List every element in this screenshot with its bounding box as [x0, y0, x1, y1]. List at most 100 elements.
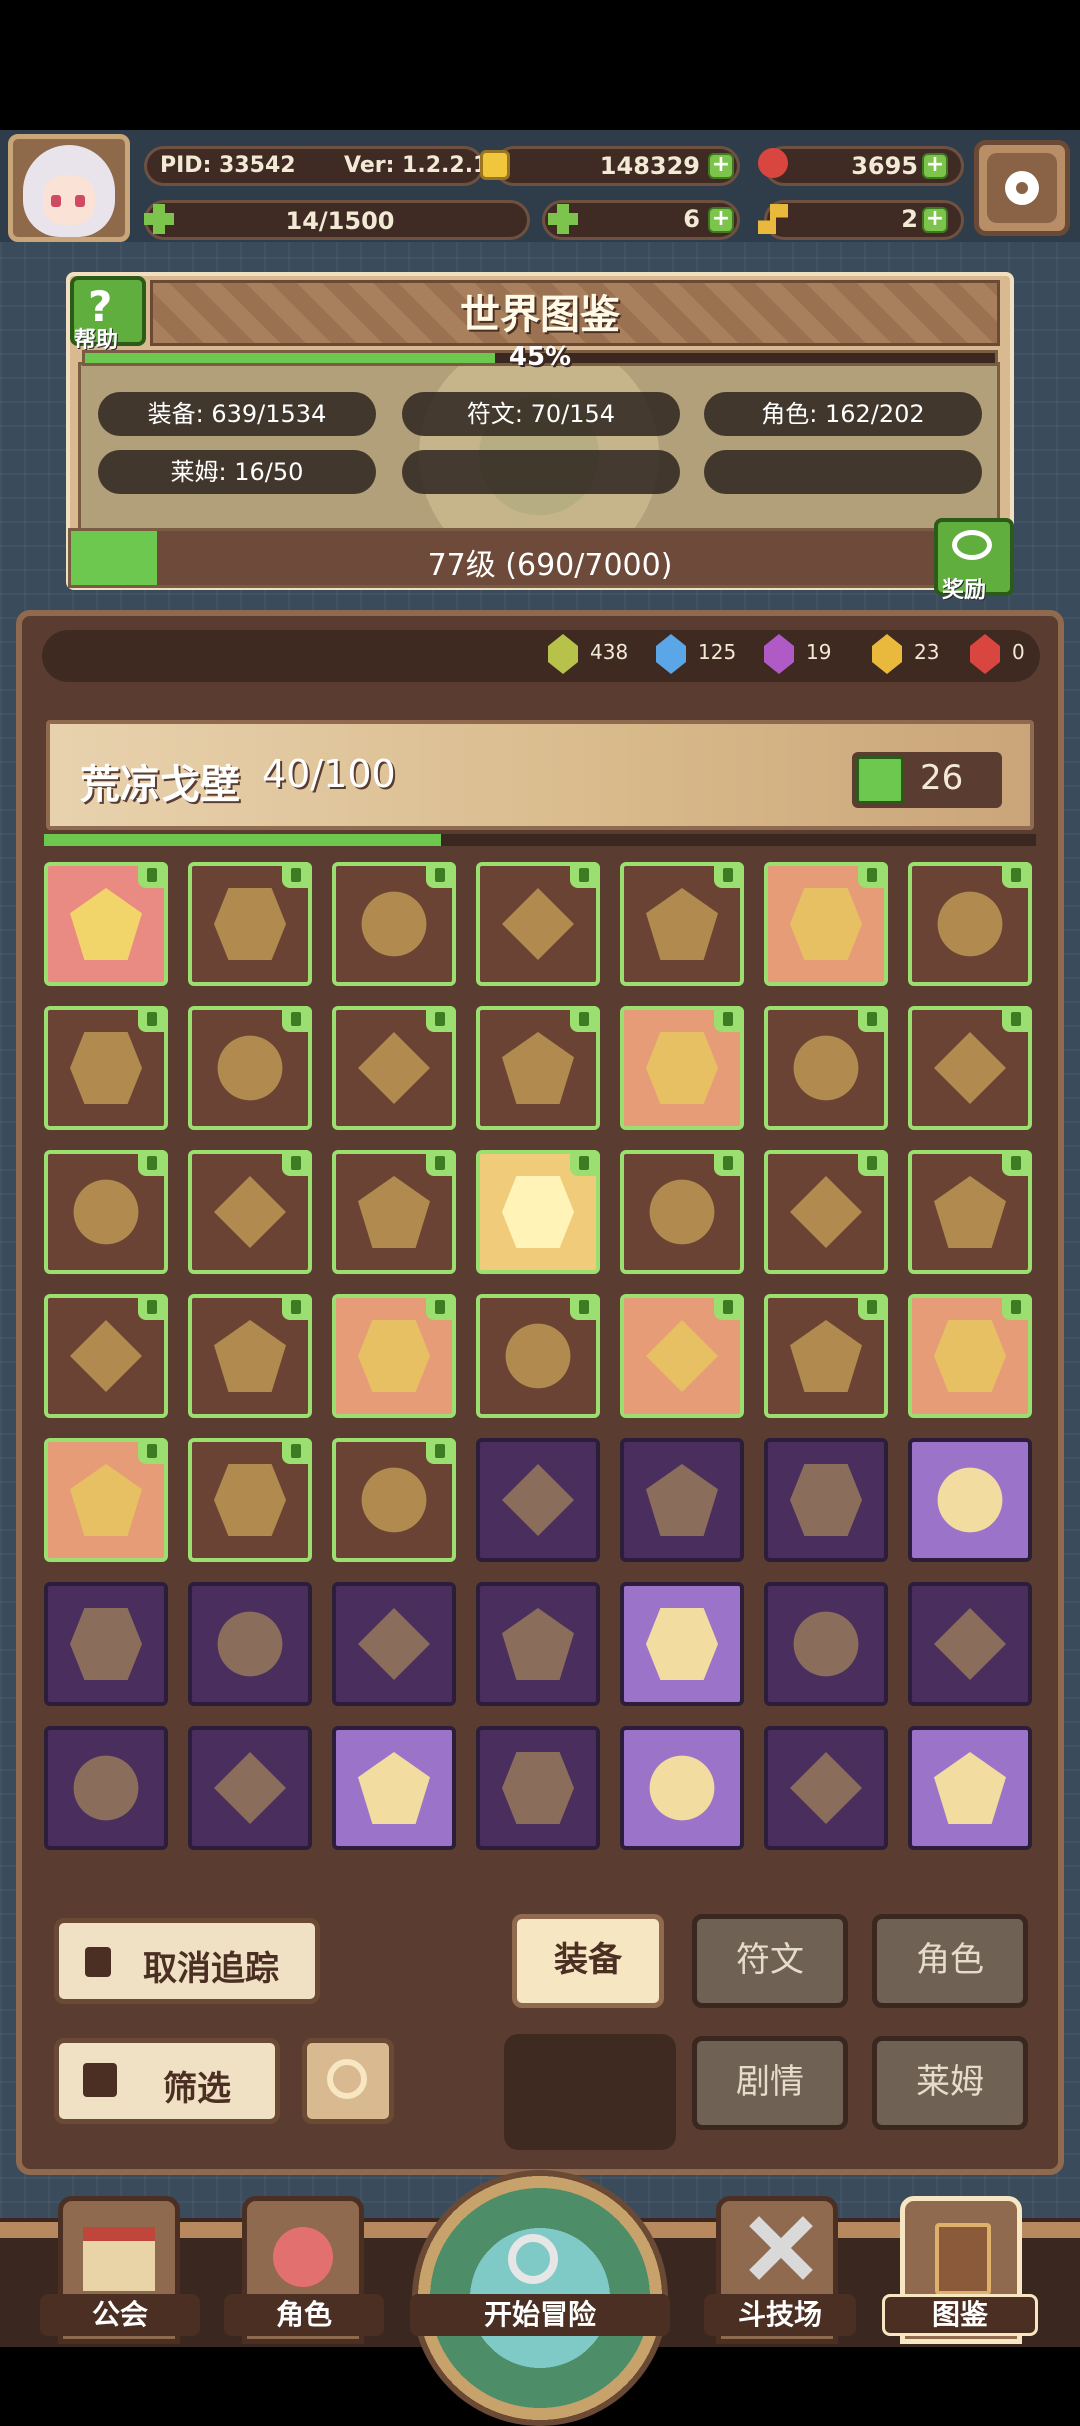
equipment-slot[interactable]	[764, 1150, 888, 1274]
equipment-slot[interactable]	[620, 1582, 744, 1706]
equipment-item-icon	[502, 1608, 574, 1680]
equipment-slot[interactable]	[44, 1582, 168, 1706]
equipment-slot[interactable]	[188, 1150, 312, 1274]
add-gems-button[interactable]: +	[922, 153, 948, 179]
equipment-slot[interactable]	[620, 1150, 744, 1274]
equipment-slot[interactable]	[332, 1582, 456, 1706]
tab-runes[interactable]: 符文	[692, 1914, 848, 2008]
equipment-slot[interactable]	[188, 1582, 312, 1706]
equipment-slot[interactable]	[44, 1006, 168, 1130]
equipment-slot[interactable]	[908, 1726, 1032, 1850]
liked-thumb-icon	[714, 1294, 744, 1320]
equipment-item-icon	[358, 1176, 430, 1248]
equipment-slot[interactable]	[476, 862, 600, 986]
equipment-slot[interactable]	[44, 1438, 168, 1562]
equipment-item-icon	[646, 1608, 718, 1680]
tab-characters[interactable]: 角色	[872, 1914, 1028, 2008]
equipment-slot[interactable]	[44, 1726, 168, 1850]
liked-thumb-icon	[138, 1006, 168, 1032]
liked-thumb-icon	[858, 1006, 888, 1032]
equipment-slot[interactable]	[44, 1294, 168, 1418]
liked-thumb-icon	[570, 1294, 600, 1320]
equipment-slot[interactable]	[764, 1006, 888, 1130]
equipment-slot[interactable]	[188, 1294, 312, 1418]
liked-thumb-icon	[426, 1294, 456, 1320]
tab-story[interactable]: 剧情	[692, 2036, 848, 2130]
equipment-slot[interactable]	[620, 1294, 744, 1418]
equipment-slot[interactable]	[908, 1150, 1032, 1274]
equipment-slot[interactable]	[620, 1438, 744, 1562]
equipment-slot[interactable]	[332, 1006, 456, 1130]
equipment-slot[interactable]	[908, 862, 1032, 986]
equipment-slot[interactable]	[332, 1294, 456, 1418]
settings-button[interactable]	[974, 140, 1070, 236]
crystal-count: 125	[698, 640, 737, 664]
equipment-slot[interactable]	[908, 1438, 1032, 1562]
equipment-item-icon	[646, 1320, 718, 1392]
equipment-slot[interactable]	[620, 1006, 744, 1130]
equipment-item-icon	[361, 1467, 427, 1533]
equipment-slot[interactable]	[476, 1006, 600, 1130]
thumbs-up-icon	[856, 756, 904, 804]
equipment-item-icon	[358, 1032, 430, 1104]
add-clover-button[interactable]: +	[708, 207, 734, 233]
equipment-item-icon	[502, 888, 574, 960]
equipment-slot[interactable]	[188, 1438, 312, 1562]
liked-thumb-icon	[1002, 1294, 1032, 1320]
equipment-slot[interactable]	[188, 862, 312, 986]
add-gold-button[interactable]: +	[708, 153, 734, 179]
filter-grid-icon	[83, 2063, 117, 2097]
equipment-item-icon	[790, 1320, 862, 1392]
equipment-slot[interactable]	[764, 1438, 888, 1562]
equipment-slot[interactable]	[332, 1438, 456, 1562]
add-tickets-button[interactable]: +	[922, 207, 948, 233]
equipment-item-icon	[646, 1032, 718, 1104]
liked-thumb-icon	[426, 1438, 456, 1464]
liked-thumb-icon	[282, 1006, 312, 1032]
equipment-slot[interactable]	[908, 1582, 1032, 1706]
equipment-item-icon	[790, 1464, 862, 1536]
equipment-item-icon	[934, 1320, 1006, 1392]
equipment-slot[interactable]	[764, 1726, 888, 1850]
equipment-slot[interactable]	[908, 1294, 1032, 1418]
equipment-item-icon	[70, 1608, 142, 1680]
tab-slime[interactable]: 莱姆	[872, 2036, 1028, 2130]
equipment-slot[interactable]	[764, 1294, 888, 1418]
red-gem-icon	[758, 148, 788, 178]
equipment-slot[interactable]	[908, 1006, 1032, 1130]
equipment-slot[interactable]	[476, 1726, 600, 1850]
equipment-item-icon	[70, 1464, 142, 1536]
liked-thumb-icon	[858, 1150, 888, 1176]
crystal-count: 23	[914, 640, 940, 664]
equipment-slot[interactable]	[620, 1726, 744, 1850]
equipment-slot[interactable]	[332, 1150, 456, 1274]
equipment-slot[interactable]	[476, 1294, 600, 1418]
equipment-slot[interactable]	[764, 862, 888, 986]
equipment-item-icon	[646, 888, 718, 960]
liked-thumb-icon	[138, 862, 168, 888]
equipment-item-icon	[358, 1320, 430, 1392]
equipment-item-icon	[73, 1179, 139, 1245]
equipment-slot[interactable]	[476, 1582, 600, 1706]
equipment-slot[interactable]	[44, 1150, 168, 1274]
guild-house-icon	[83, 2227, 155, 2291]
tab-equipment[interactable]: 装备	[512, 1914, 664, 2008]
untrack-label: 取消追踪	[143, 1949, 279, 1989]
equipment-slot[interactable]	[476, 1150, 600, 1274]
equipment-slot[interactable]	[476, 1438, 600, 1562]
equipment-slot[interactable]	[332, 862, 456, 986]
player-avatar[interactable]	[8, 134, 130, 242]
equipment-slot[interactable]	[764, 1582, 888, 1706]
untrack-button[interactable]: 取消追踪	[54, 1918, 320, 2004]
equipment-item-icon	[790, 888, 862, 960]
equipment-slot[interactable]	[332, 1726, 456, 1850]
equipment-item-icon	[214, 1320, 286, 1392]
equipment-slot[interactable]	[188, 1726, 312, 1850]
equipment-slot[interactable]	[188, 1006, 312, 1130]
equipment-slot[interactable]	[620, 862, 744, 986]
gold-amount: 148329	[599, 152, 700, 180]
reset-filter-button[interactable]	[302, 2038, 394, 2124]
equipment-slot[interactable]	[44, 862, 168, 986]
filter-button[interactable]: 筛选	[54, 2038, 280, 2124]
equipment-item-icon	[937, 891, 1003, 957]
